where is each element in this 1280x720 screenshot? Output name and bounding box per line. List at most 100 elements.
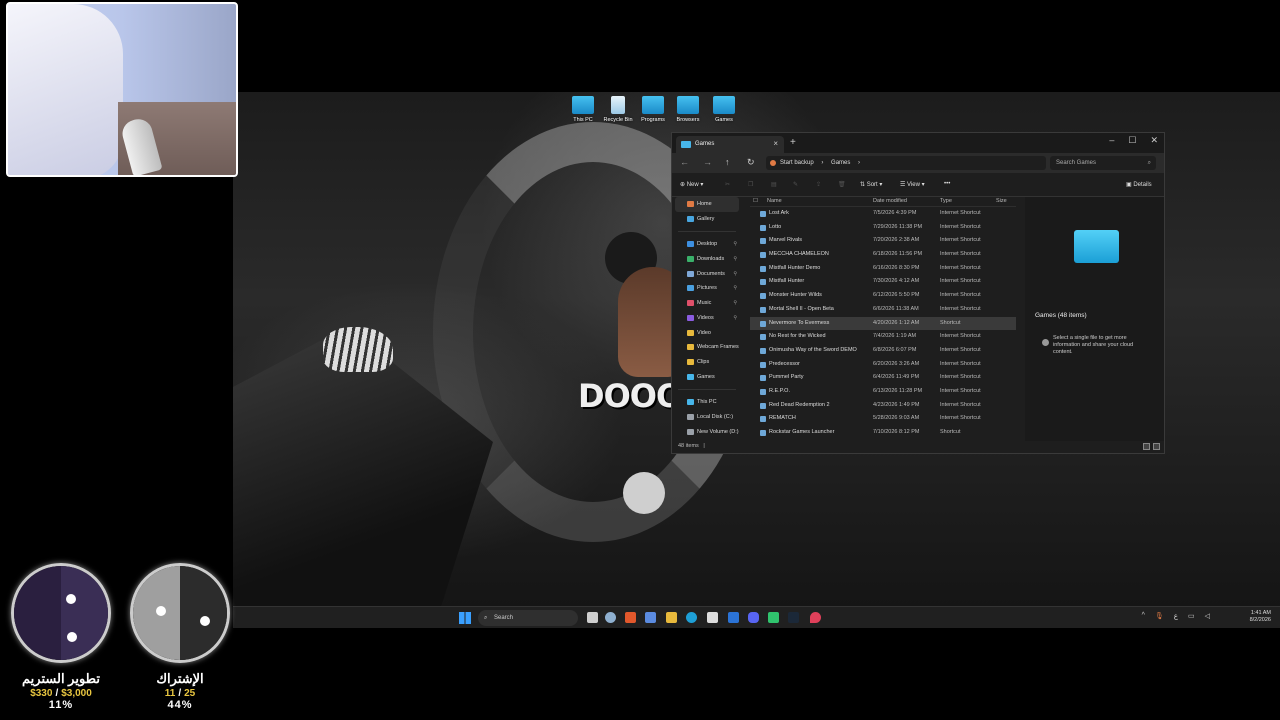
sidebar-item[interactable]: This PC bbox=[672, 395, 742, 410]
sidebar-item[interactable]: Downloads ⚲ bbox=[672, 252, 742, 267]
file-row[interactable]: Red Dead Redemption 2 4/23/2026 1:49 PM In… bbox=[750, 399, 1016, 413]
desktop-icon-this-pc[interactable]: This PC bbox=[563, 96, 603, 123]
view-button[interactable]: ☰ View ▾ bbox=[900, 181, 925, 188]
file-row[interactable]: R.E.P.O. 6/13/2026 11:28 PM Internet Short… bbox=[750, 385, 1016, 399]
sidebar-item[interactable]: Webcam Frames bbox=[672, 340, 742, 355]
sidebar-item[interactable]: Local Disk (C:) bbox=[672, 410, 742, 425]
network-icon[interactable]: ▭ bbox=[1188, 612, 1195, 620]
file-row[interactable]: Monster Hunter Wilds 6/12/2026 5:50 PM Int… bbox=[750, 289, 1016, 303]
cut-icon[interactable]: ✂ bbox=[725, 181, 730, 188]
file-row[interactable]: Mistfall Hunter Demo 6/16/2026 8:30 PM Int… bbox=[750, 262, 1016, 276]
sidebar-item[interactable]: Video bbox=[672, 326, 742, 341]
clock[interactable]: 1:41 AM 8/2/2026 bbox=[1250, 610, 1271, 624]
nav-divider bbox=[678, 389, 736, 391]
edge-icon[interactable] bbox=[686, 612, 697, 623]
new-tab-button[interactable]: + bbox=[790, 137, 796, 148]
shortcut-icon bbox=[760, 265, 766, 272]
subscription-goal-widget: الإشتراك 11/25 44% bbox=[130, 563, 230, 711]
discord-icon[interactable] bbox=[748, 612, 759, 623]
back-arrow-icon[interactable]: ← bbox=[680, 157, 689, 167]
file-row[interactable]: No Rest for the Wicked 7/4/2026 1:19 AM In… bbox=[750, 330, 1016, 344]
search-icon: ⌕ bbox=[484, 615, 488, 621]
file-date: 7/20/2026 2:38 AM bbox=[873, 237, 920, 244]
microphone-icon[interactable]: 🎙 bbox=[1155, 612, 1164, 620]
details-view-button[interactable] bbox=[1143, 443, 1150, 450]
select-all-checkbox[interactable]: ☐ bbox=[753, 198, 758, 204]
file-row[interactable]: REMATCH 5/28/2026 9:03 AM Internet Shortcu… bbox=[750, 412, 1016, 426]
tab-games[interactable]: Games × bbox=[676, 136, 784, 153]
file-row[interactable]: Marvel Rivals 7/20/2026 2:38 AM Internet S… bbox=[750, 234, 1016, 248]
sidebar-item[interactable]: Pictures ⚲ bbox=[672, 281, 742, 296]
column-header-name[interactable]: Name bbox=[767, 198, 782, 204]
map-pin-icon[interactable] bbox=[810, 612, 821, 623]
tiles-view-button[interactable] bbox=[1153, 443, 1160, 450]
search-input[interactable]: Search Games ⌕ bbox=[1050, 156, 1156, 170]
shortcut-icon bbox=[760, 238, 766, 245]
sidebar-item[interactable]: Games bbox=[672, 370, 742, 385]
sidebar-item[interactable]: Clips bbox=[672, 355, 742, 370]
delete-icon[interactable]: 🗑 bbox=[838, 181, 846, 188]
chevron-up-icon[interactable]: ^ bbox=[1142, 612, 1145, 620]
start-button[interactable] bbox=[459, 612, 471, 624]
sidebar-item[interactable]: Home bbox=[675, 197, 739, 212]
sidebar-item[interactable]: Documents ⚲ bbox=[672, 267, 742, 282]
file-row[interactable]: Lotto 7/29/2026 11:38 PM Internet Shortcut bbox=[750, 221, 1016, 235]
file-type: Internet Shortcut bbox=[940, 264, 981, 271]
file-row[interactable]: Mortal Shell II - Open Beta 6/6/2026 11:3… bbox=[750, 303, 1016, 317]
language-indicator[interactable]: ع bbox=[1174, 612, 1178, 620]
forward-arrow-icon[interactable]: → bbox=[703, 157, 712, 167]
sort-button[interactable]: ⇅ Sort ▾ bbox=[860, 181, 882, 188]
goal-percent: 44% bbox=[167, 699, 193, 711]
column-header-date[interactable]: Date modified bbox=[873, 198, 907, 204]
file-date: 7/29/2026 11:38 PM bbox=[873, 223, 923, 230]
close-button[interactable]: ✕ bbox=[1150, 135, 1158, 146]
sidebar-item[interactable]: Videos ⚲ bbox=[672, 311, 742, 326]
breadcrumb[interactable]: Start backup › Games › bbox=[766, 156, 1046, 170]
paste-icon[interactable]: ▤ bbox=[771, 181, 777, 188]
file-row[interactable]: Lost Ark 7/5/2026 4:39 PM Internet Shortcu… bbox=[750, 207, 1016, 221]
file-row[interactable]: Mistfall Hunter 7/30/2026 4:12 AM Internet… bbox=[750, 275, 1016, 289]
brave-browser-icon[interactable] bbox=[625, 612, 636, 623]
share-icon[interactable]: ⇪ bbox=[816, 181, 821, 188]
mail-icon[interactable] bbox=[728, 612, 739, 623]
settings-icon[interactable] bbox=[605, 612, 616, 623]
desktop-icon-programs[interactable]: Programs bbox=[633, 96, 673, 123]
file-row[interactable]: Pummel Party 6/4/2026 11:49 PM Internet Sh… bbox=[750, 371, 1016, 385]
refresh-icon[interactable]: ↻ bbox=[747, 157, 755, 168]
sidebar-item[interactable]: Music ⚲ bbox=[672, 296, 742, 311]
desktop-icon-browsers[interactable]: Browsers bbox=[668, 96, 708, 123]
column-header-type[interactable]: Type bbox=[940, 198, 952, 204]
taskbar-search[interactable]: ⌕ Search bbox=[478, 610, 578, 626]
store-icon[interactable] bbox=[707, 612, 718, 623]
maximize-button[interactable]: ☐ bbox=[1128, 135, 1136, 146]
close-tab-icon[interactable]: × bbox=[773, 139, 778, 148]
desktop-icon-games[interactable]: Games bbox=[704, 96, 744, 123]
desktop-icon-recycle-bin[interactable]: Recycle Bin bbox=[598, 96, 638, 123]
task-view-icon[interactable] bbox=[587, 612, 598, 623]
details-button[interactable]: ▣ Details bbox=[1126, 181, 1152, 188]
volume-icon[interactable]: ◁ bbox=[1205, 612, 1210, 620]
column-header-size[interactable]: Size bbox=[996, 198, 1007, 204]
webcam-chair bbox=[8, 4, 123, 175]
up-arrow-icon[interactable]: ↑ bbox=[725, 157, 730, 167]
new-button[interactable]: ⊕ New ▾ bbox=[680, 181, 703, 188]
minimize-button[interactable]: – bbox=[1109, 135, 1114, 146]
copy-icon[interactable]: ❐ bbox=[748, 181, 753, 188]
file-explorer-icon[interactable] bbox=[666, 612, 677, 623]
app-icon[interactable] bbox=[645, 612, 656, 623]
sidebar-item-label: Video bbox=[697, 329, 711, 336]
file-row[interactable]: Predecessor 6/20/2026 3:26 AM Internet Sho… bbox=[750, 358, 1016, 372]
file-row[interactable]: Rockstar Games Launcher 7/10/2026 8:12 PM… bbox=[750, 426, 1016, 440]
breadcrumb-item-games[interactable]: Games bbox=[831, 160, 850, 166]
sidebar-item[interactable]: New Volume (D:) bbox=[672, 425, 742, 440]
app-icon[interactable] bbox=[768, 612, 779, 623]
rename-icon[interactable]: ✎ bbox=[793, 181, 798, 188]
file-row[interactable]: Nevermore To Evermess 4/20/2026 1:12 AM Sh… bbox=[750, 316, 1016, 331]
file-row[interactable]: MECCHA CHAMELEON 6/18/2026 11:56 PM Intern… bbox=[750, 248, 1016, 262]
breadcrumb-item-start-backup[interactable]: Start backup bbox=[780, 160, 814, 166]
steam-icon[interactable] bbox=[788, 612, 799, 623]
sidebar-item[interactable]: Desktop ⚲ bbox=[672, 237, 742, 252]
sidebar-item[interactable]: Gallery bbox=[672, 212, 742, 227]
file-row[interactable]: Onimusha Way of the Sword DEMO 6/8/2026 6… bbox=[750, 344, 1016, 358]
more-options-button[interactable]: ••• bbox=[944, 181, 950, 187]
